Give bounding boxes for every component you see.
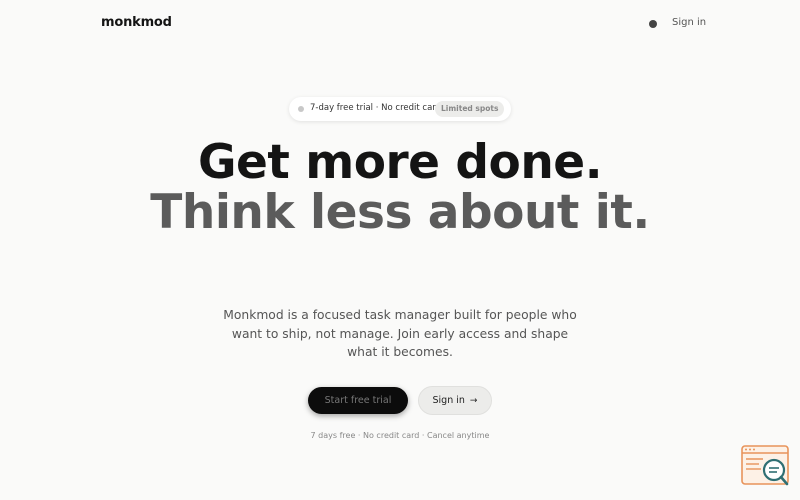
site-header: monkmod Sign in [0,0,800,48]
arrow-right-icon: → [469,395,478,406]
widget-graphic [741,445,789,486]
brand-logo[interactable]: monkmod [101,15,172,30]
search-document-icon[interactable] [741,445,791,487]
landing-page: monkmod Sign in 7-day free trial · No cr… [0,0,800,500]
limited-spots-tag: Limited spots [435,101,505,117]
hero-headline: Get more done. Think less about it. [150,138,650,238]
headline-line-2: Think less about it. [150,185,650,240]
hero-signin-button[interactable]: Sign in → [418,386,492,415]
header-signin-link[interactable]: Sign in [672,17,706,28]
start-trial-button[interactable]: Start free trial [308,387,408,414]
trial-badge: 7-day free trial · No credit card Limite… [289,97,511,121]
theme-toggle-icon[interactable] [649,20,657,28]
status-dot-icon [298,106,304,112]
hero-subtitle: Monkmod is a focused task manager built … [223,308,577,359]
hero-signin-label: Sign in [432,395,465,406]
cta-fineprint: 7 days free · No credit card · Cancel an… [310,431,490,440]
headline-line-1: Get more done. [197,135,603,190]
badge-text: 7-day free trial · No credit card [310,103,442,113]
